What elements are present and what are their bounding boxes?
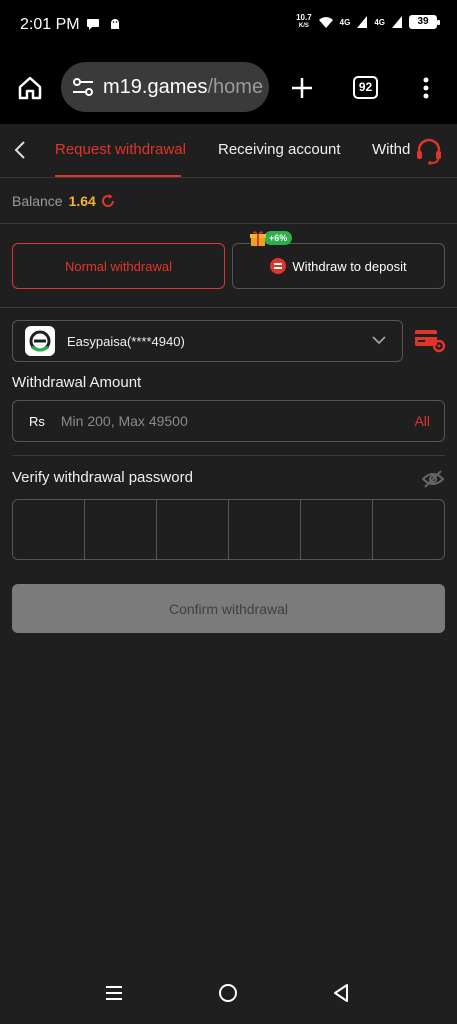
wifi-icon xyxy=(318,17,333,28)
pin-cell[interactable] xyxy=(85,500,157,559)
account-select[interactable]: Easypaisa(****4940) xyxy=(12,320,403,362)
plus-icon[interactable] xyxy=(288,74,316,102)
tab-request-withdrawal[interactable]: Request withdrawal xyxy=(55,141,186,158)
chevron-left-icon[interactable] xyxy=(10,139,30,161)
android-icon xyxy=(111,19,119,29)
chevron-down-icon xyxy=(372,336,386,345)
url-host: m19.games xyxy=(103,75,208,98)
balance-label: Balance xyxy=(12,192,63,209)
tab-receiving-account[interactable]: Receiving account xyxy=(218,141,341,158)
status-right-icons: 10.7 K/S 4G 4G 39 xyxy=(296,13,440,30)
screen: 2:01 PM 10.7 K/S 4G 4G 39 m19.games/home… xyxy=(0,0,457,1024)
tab-withdrawal-record[interactable]: Withd xyxy=(372,141,410,158)
browser-toolbar: m19.games/home 92 xyxy=(0,50,457,124)
verify-password-label: Verify withdrawal password xyxy=(12,469,193,486)
chat-bubble-icon xyxy=(87,19,99,30)
url-bar[interactable]: m19.games/home xyxy=(61,62,269,112)
card-settings-icon[interactable] xyxy=(414,327,446,353)
battery-icon: 39 xyxy=(409,15,440,29)
home-icon[interactable] xyxy=(16,74,44,102)
nav-recents-icon[interactable] xyxy=(105,984,123,1002)
url-text[interactable]: m19.games/home xyxy=(103,76,263,99)
headset-icon[interactable] xyxy=(414,136,444,166)
divider xyxy=(12,455,445,456)
amount-field-wrapper: Rs All xyxy=(12,400,445,442)
tabs-icon[interactable]: 92 xyxy=(353,76,378,99)
status-notification-icons xyxy=(86,17,122,31)
eye-off-icon[interactable] xyxy=(421,469,445,489)
all-button[interactable]: All xyxy=(414,413,430,429)
account-name: Easypaisa(****4940) xyxy=(67,333,185,349)
easypaisa-logo xyxy=(25,326,55,356)
system-nav-bar xyxy=(0,970,457,1024)
network-type-1: 4G xyxy=(339,17,351,27)
confirm-withdrawal-button[interactable]: Confirm withdrawal xyxy=(12,584,445,633)
pin-cell[interactable] xyxy=(373,500,444,559)
pin-cell[interactable] xyxy=(157,500,229,559)
withdraw-to-deposit-label: Withdraw to deposit xyxy=(292,258,407,274)
withdraw-to-deposit-button[interactable]: Withdraw to deposit xyxy=(232,243,445,289)
normal-withdrawal-button[interactable]: Normal withdrawal xyxy=(12,243,225,289)
net-speed: 10.7 K/S xyxy=(296,13,312,30)
more-vert-icon[interactable] xyxy=(416,74,436,102)
amount-input[interactable] xyxy=(60,413,415,429)
refresh-icon[interactable] xyxy=(100,193,116,209)
status-time: 2:01 PM xyxy=(20,16,80,33)
url-path: /home xyxy=(207,75,264,98)
gift-icon xyxy=(250,231,266,246)
currency-label: Rs xyxy=(29,413,45,429)
pin-cell[interactable] xyxy=(301,500,373,559)
pin-cell[interactable] xyxy=(13,500,85,559)
signal-icon-1 xyxy=(357,16,368,28)
signal-icon-2 xyxy=(392,16,402,28)
nav-back-icon[interactable] xyxy=(332,983,350,1003)
nav-home-icon[interactable] xyxy=(219,984,237,1002)
tune-icon[interactable] xyxy=(71,76,95,98)
balance-row: Balance 1.64 xyxy=(0,178,457,224)
withdrawal-tabs: Request withdrawal Receiving account Wit… xyxy=(0,124,457,178)
withdrawal-method-row: Normal withdrawal Withdraw to deposit +6… xyxy=(0,224,457,308)
balance-value: 1.64 xyxy=(68,192,96,209)
status-bar: 2:01 PM 10.7 K/S 4G 4G 39 xyxy=(0,0,457,50)
bonus-badge: +6% xyxy=(249,229,293,247)
password-pin-input[interactable] xyxy=(12,499,445,560)
network-type-2: 4G xyxy=(374,17,385,27)
pin-cell[interactable] xyxy=(229,500,301,559)
withdrawal-amount-label: Withdrawal Amount xyxy=(12,374,142,391)
bonus-percent: +6% xyxy=(264,231,293,245)
swap-icon xyxy=(270,258,287,274)
